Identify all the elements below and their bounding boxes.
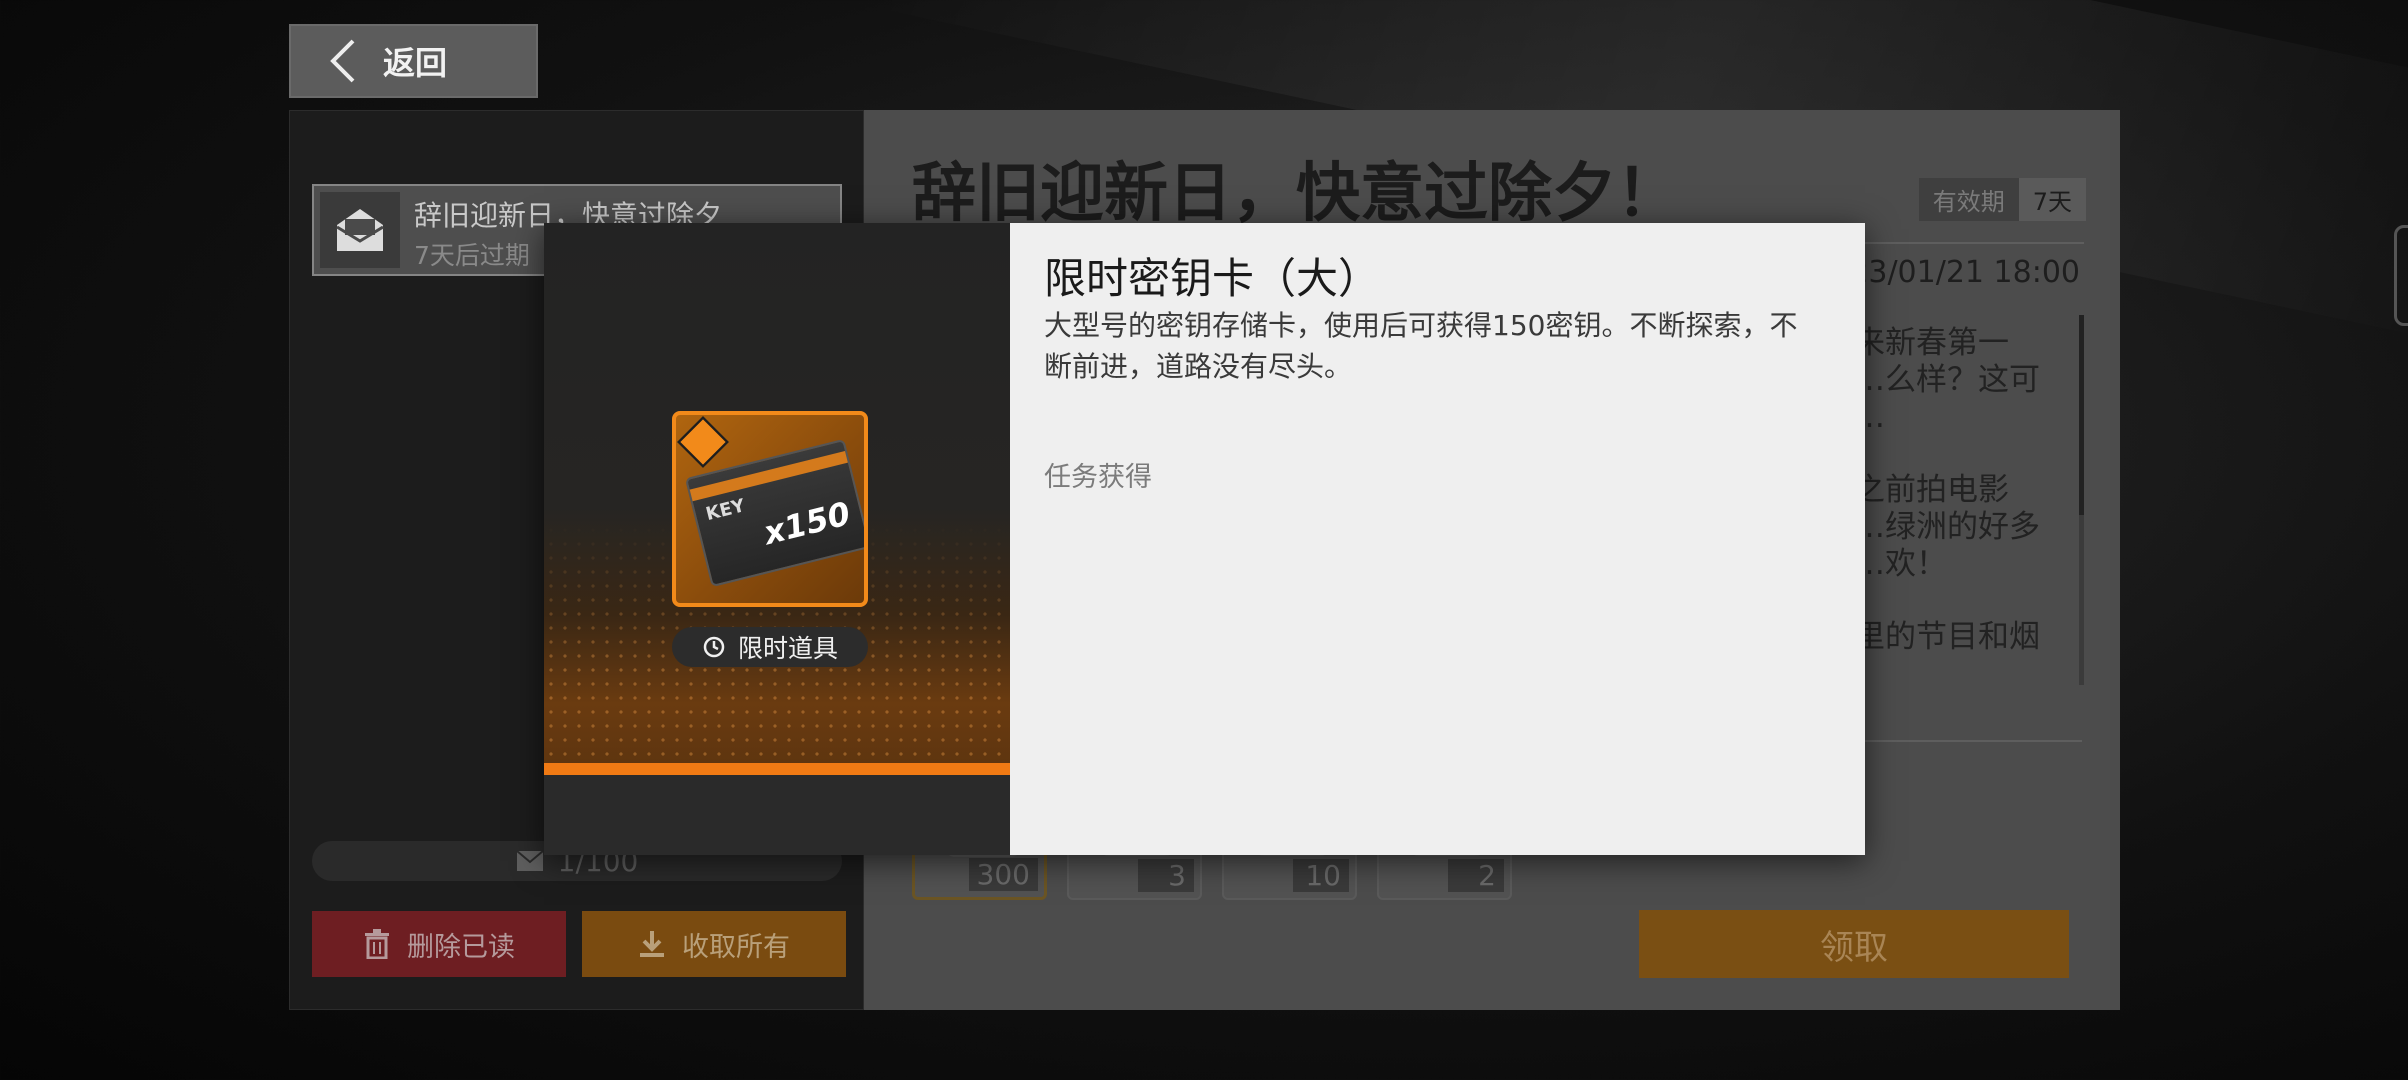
delete-read-label: 删除已读 <box>407 931 515 963</box>
back-button[interactable]: 返回 <box>289 24 538 98</box>
back-label: 返回 <box>383 44 448 82</box>
card-key-text: KEY <box>703 495 747 526</box>
preview-footer <box>544 775 1010 855</box>
orange-accent-bar <box>544 763 1010 775</box>
chevron-left-icon <box>330 39 355 83</box>
rarity-badge-icon <box>676 415 730 469</box>
validity-value: 7天 <box>2018 178 2086 221</box>
collect-all-button[interactable]: 收取所有 <box>582 911 846 977</box>
trash-icon <box>365 929 389 959</box>
validity-badge: 有效期 7天 <box>1918 178 2086 221</box>
card-amount-text: x150 <box>760 494 855 553</box>
mail-item-expiry: 7天后过期 <box>414 241 530 270</box>
reward-qty: 10 <box>1293 859 1349 892</box>
item-info-area: 限时密钥卡（大） 大型号的密钥存储卡，使用后可获得150密钥。不断探索，不断前进… <box>1010 223 1865 855</box>
mail-title: 辞旧迎新日，快意过除夕！ <box>912 157 1680 231</box>
item-name: 限时密钥卡（大） <box>1044 254 1381 303</box>
delete-read-button[interactable]: 删除已读 <box>312 911 566 977</box>
collect-all-label: 收取所有 <box>682 931 790 963</box>
download-icon <box>640 931 664 957</box>
item-detail-popup: KEY x150 限时道具 限时密钥卡（大） 大型号的密钥存储卡，使用后可获得1… <box>544 223 1865 855</box>
scrollbar-thumb[interactable] <box>2079 315 2084 515</box>
item-description: 大型号的密钥存储卡，使用后可获得150密钥。不断探索，不断前进，道路没有尽头。 <box>1044 309 1798 383</box>
card-stripe <box>689 450 848 502</box>
reward-qty: 3 <box>1138 859 1194 892</box>
item-preview-area: KEY x150 限时道具 <box>544 223 1010 855</box>
item-source: 任务获得 <box>1044 462 1152 493</box>
limited-item-tag: 限时道具 <box>672 627 868 667</box>
reward-qty: 300 <box>968 858 1038 891</box>
side-tab-icon[interactable] <box>2394 225 2408 326</box>
limited-tag-label: 限时道具 <box>737 634 838 663</box>
key-card-item: KEY x150 <box>672 411 868 607</box>
validity-label: 有效期 <box>1918 178 2019 221</box>
claim-button[interactable]: 领取 <box>1639 910 2069 978</box>
envelope-icon <box>515 850 544 871</box>
key-card-icon: KEY x150 <box>684 438 864 588</box>
clock-icon <box>703 636 725 658</box>
reward-qty: 2 <box>1448 859 1504 892</box>
mail-open-icon <box>320 192 400 268</box>
